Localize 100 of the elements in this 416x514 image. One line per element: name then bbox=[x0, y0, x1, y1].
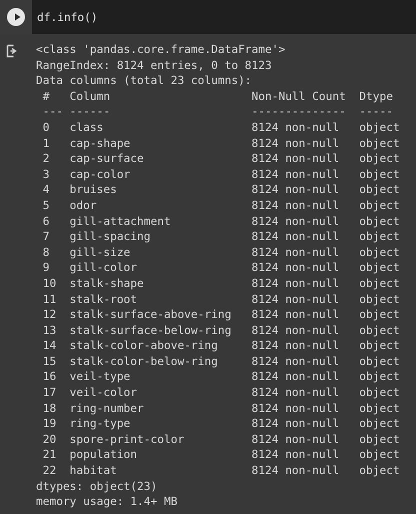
count-cell: 8124 non-null bbox=[252, 322, 340, 338]
count-cell: 8124 non-null bbox=[252, 244, 340, 260]
dtype-cell: object bbox=[359, 120, 400, 136]
column-name-cell: gill-color bbox=[70, 260, 138, 276]
count-cell: 8124 non-null bbox=[252, 151, 340, 167]
dtype-cell: object bbox=[359, 166, 400, 182]
dtype-cell: object bbox=[359, 400, 400, 416]
index-cell: 0 bbox=[42, 120, 50, 136]
index-cell: 1 bbox=[42, 136, 50, 152]
index-cell: 9 bbox=[42, 260, 50, 276]
column-name-cell: gill-attachment bbox=[70, 214, 171, 230]
dtype-cell: object bbox=[359, 214, 400, 230]
separator-dashes: -------------- bbox=[252, 104, 346, 120]
column-name-cell: cap-color bbox=[70, 166, 130, 182]
count-cell: 8124 non-null bbox=[252, 198, 340, 214]
count-cell: 8124 non-null bbox=[252, 136, 340, 152]
index-cell: 8 bbox=[42, 244, 50, 260]
index-cell: 16 bbox=[42, 369, 56, 386]
column-name-cell: ring-type bbox=[70, 416, 130, 432]
count-cell: 8124 non-null bbox=[252, 385, 340, 401]
dtype-cell: object bbox=[359, 260, 400, 276]
header-cell: # bbox=[42, 88, 50, 104]
dtype-cell: object bbox=[359, 369, 400, 386]
index-cell: 15 bbox=[42, 354, 56, 370]
dtype-cell: object bbox=[359, 307, 400, 323]
count-cell: 8124 non-null bbox=[252, 338, 340, 354]
count-cell: 8124 non-null bbox=[252, 276, 340, 292]
column-name-cell: bruises bbox=[70, 182, 117, 198]
dtype-cell: object bbox=[359, 463, 400, 479]
index-cell: 12 bbox=[42, 307, 56, 323]
column-name-cell: habitat bbox=[70, 463, 117, 479]
count-cell: 8124 non-null bbox=[252, 229, 340, 245]
dtype-cell: object bbox=[359, 416, 400, 432]
column-name-cell: population bbox=[70, 447, 138, 464]
dtype-cell: object bbox=[359, 276, 400, 292]
index-cell: 22 bbox=[42, 463, 56, 479]
dtype-cell: object bbox=[359, 354, 400, 370]
index-cell: 14 bbox=[42, 338, 56, 354]
column-name-cell: stalk-color-below-ring bbox=[70, 354, 218, 370]
index-cell: 7 bbox=[42, 229, 50, 245]
dtype-cell: object bbox=[359, 292, 400, 308]
column-name-cell: stalk-color-above-ring bbox=[70, 338, 218, 354]
index-cell: 4 bbox=[42, 182, 50, 198]
index-cell: 21 bbox=[42, 447, 56, 464]
count-cell: 8124 non-null bbox=[252, 182, 340, 198]
column-name-cell: cap-surface bbox=[70, 151, 144, 167]
column-name-cell: class bbox=[70, 120, 104, 136]
count-cell: 8124 non-null bbox=[252, 416, 340, 432]
column-name-cell: stalk-root bbox=[70, 292, 138, 308]
separator-dashes: --- bbox=[42, 104, 63, 120]
count-cell: 8124 non-null bbox=[252, 369, 340, 386]
count-cell: 8124 non-null bbox=[252, 214, 340, 230]
index-cell: 2 bbox=[42, 151, 50, 167]
dtype-cell: object bbox=[359, 198, 400, 214]
index-cell: 18 bbox=[42, 400, 56, 416]
output-line: dtypes: object(23) bbox=[36, 478, 158, 494]
output-line: RangeIndex: 8124 entries, 0 to 8123 bbox=[36, 58, 272, 74]
header-cell: Non-Null Count bbox=[252, 88, 346, 104]
column-name-cell: ring-number bbox=[70, 400, 144, 416]
code-line: df.info() bbox=[36, 10, 98, 24]
count-cell: 8124 non-null bbox=[252, 292, 340, 308]
count-cell: 8124 non-null bbox=[252, 260, 340, 276]
header-cell: Dtype bbox=[359, 88, 393, 104]
dtype-cell: object bbox=[359, 447, 400, 464]
column-name-cell: stalk-surface-below-ring bbox=[70, 322, 232, 338]
column-name-cell: stalk-shape bbox=[70, 276, 144, 292]
index-cell: 5 bbox=[42, 198, 50, 214]
separator-dashes: ----- bbox=[359, 104, 393, 120]
index-cell: 13 bbox=[42, 322, 56, 338]
output-line: Data columns (total 23 columns): bbox=[36, 73, 252, 89]
dtype-cell: object bbox=[359, 432, 400, 448]
index-cell: 17 bbox=[42, 385, 56, 401]
output-line: <class 'pandas.core.frame.DataFrame'> bbox=[36, 42, 286, 58]
dtype-cell: object bbox=[359, 338, 400, 354]
column-name-cell: cap-shape bbox=[70, 136, 130, 152]
dtype-cell: object bbox=[359, 385, 400, 401]
index-cell: 19 bbox=[42, 416, 56, 432]
count-cell: 8124 non-null bbox=[252, 307, 340, 323]
column-name-cell: spore-print-color bbox=[70, 432, 184, 448]
dtype-cell: object bbox=[359, 229, 400, 245]
column-name-cell: odor bbox=[70, 198, 97, 214]
header-cell: Column bbox=[70, 88, 110, 104]
index-cell: 3 bbox=[42, 166, 50, 182]
count-cell: 8124 non-null bbox=[252, 400, 340, 416]
count-cell: 8124 non-null bbox=[252, 166, 340, 182]
index-cell: 6 bbox=[42, 214, 50, 230]
count-cell: 8124 non-null bbox=[252, 120, 340, 136]
dtype-cell: object bbox=[359, 322, 400, 338]
column-name-cell: gill-size bbox=[70, 244, 130, 260]
dtype-cell: object bbox=[359, 136, 400, 152]
count-cell: 8124 non-null bbox=[252, 447, 340, 464]
run-button[interactable] bbox=[7, 8, 25, 26]
column-name-cell: gill-spacing bbox=[70, 229, 150, 245]
column-name-cell: veil-type bbox=[70, 369, 130, 386]
index-cell: 20 bbox=[42, 432, 56, 448]
count-cell: 8124 non-null bbox=[252, 463, 340, 479]
column-name-cell: veil-color bbox=[70, 385, 138, 401]
dtype-cell: object bbox=[359, 244, 400, 260]
output-line: memory usage: 1.4+ MB bbox=[36, 494, 178, 510]
dtype-cell: object bbox=[359, 151, 400, 167]
